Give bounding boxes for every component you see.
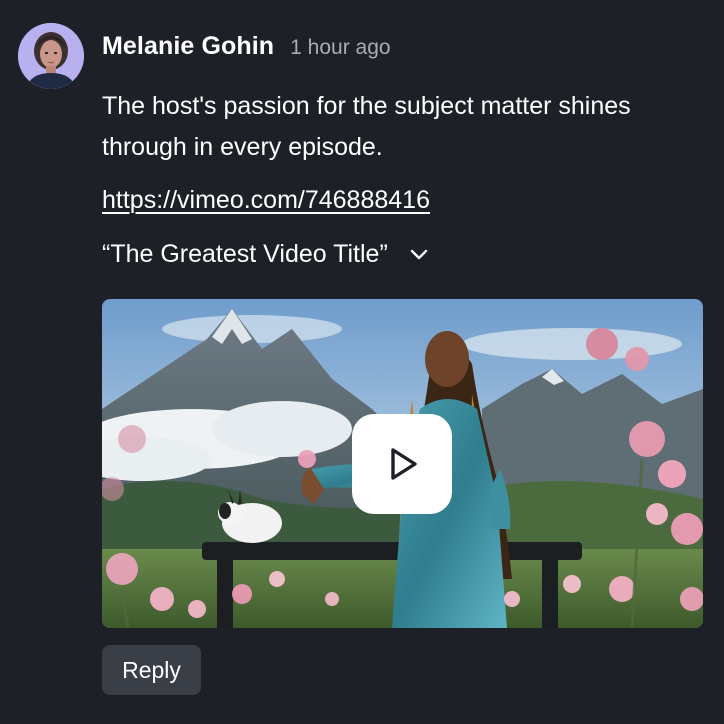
play-icon	[391, 448, 417, 480]
avatar[interactable]	[18, 23, 84, 89]
play-button[interactable]	[352, 414, 452, 514]
author-name[interactable]: Melanie Gohin	[102, 32, 274, 61]
video-thumbnail[interactable]	[102, 299, 703, 628]
video-title: “The Greatest Video Title”	[102, 240, 388, 268]
comment-text: The host's passion for the subject matte…	[102, 92, 631, 161]
video-link[interactable]: https://vimeo.com/746888416	[102, 186, 430, 215]
video-title-toggle[interactable]: “The Greatest Video Title”	[102, 240, 430, 269]
comment-header: Melanie Gohin 1 hour ago	[102, 32, 391, 68]
chevron-down-icon[interactable]	[408, 244, 430, 266]
timestamp: 1 hour ago	[290, 36, 391, 59]
reply-button[interactable]: Reply	[102, 645, 201, 695]
avatar-image	[18, 23, 84, 89]
